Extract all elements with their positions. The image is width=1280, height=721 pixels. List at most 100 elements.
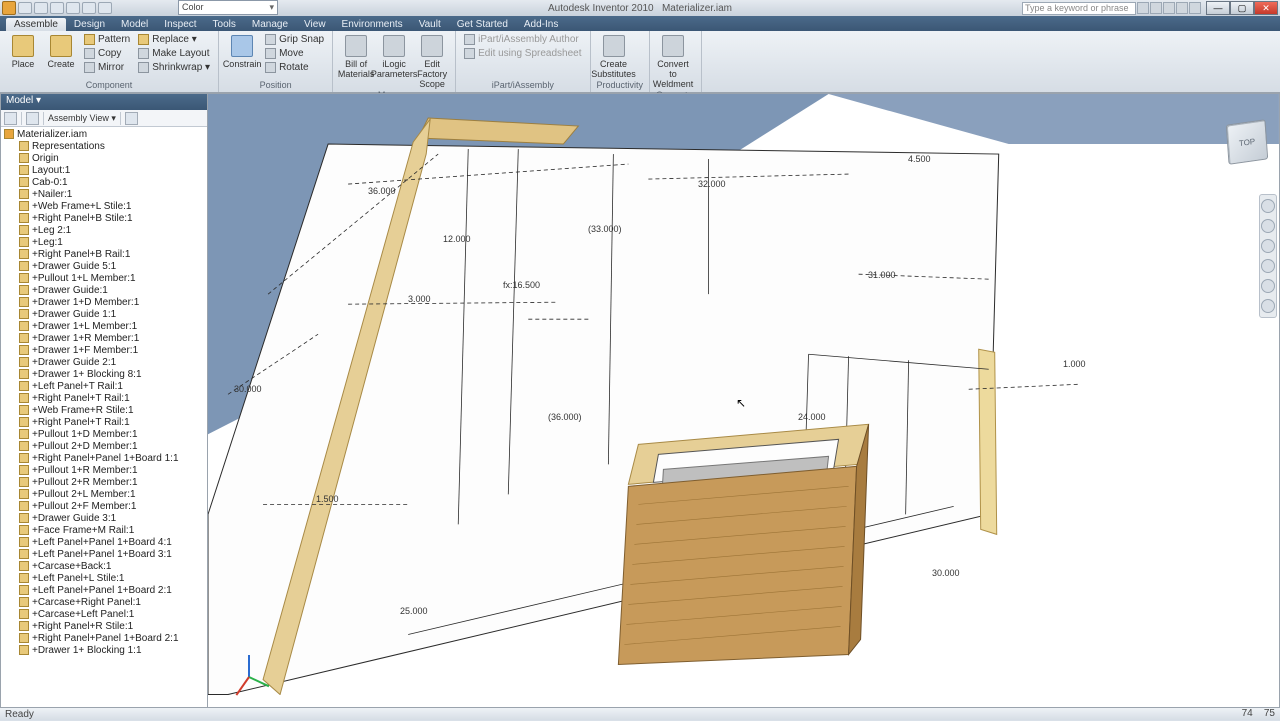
- tab-add-ins[interactable]: Add-Ins: [516, 18, 566, 31]
- app-menu-icon[interactable]: [2, 1, 16, 15]
- find-icon[interactable]: [125, 112, 138, 125]
- tab-get-started[interactable]: Get Started: [449, 18, 516, 31]
- tree-item[interactable]: +Pullout 1+L Member:1: [2, 272, 206, 284]
- tree-item[interactable]: +Leg:1: [2, 236, 206, 248]
- qat-save-icon[interactable]: [50, 2, 64, 14]
- grip-snap-button[interactable]: Grip Snap: [263, 33, 326, 46]
- tree-item[interactable]: +Drawer 1+D Member:1: [2, 296, 206, 308]
- tab-vault[interactable]: Vault: [411, 18, 449, 31]
- zoom-icon[interactable]: [1261, 259, 1275, 273]
- tree-item[interactable]: +Web Frame+L Stile:1: [2, 200, 206, 212]
- tree-item[interactable]: Layout:1: [2, 164, 206, 176]
- qat-print-icon[interactable]: [98, 2, 112, 14]
- ilogic-button[interactable]: iLogicParameters: [377, 33, 411, 79]
- tab-inspect[interactable]: Inspect: [156, 18, 204, 31]
- tree-item[interactable]: +Pullout 1+D Member:1: [2, 428, 206, 440]
- rotate-button[interactable]: Rotate: [263, 61, 326, 74]
- tree-item[interactable]: +Drawer 1+F Member:1: [2, 344, 206, 356]
- qat-new-icon[interactable]: [18, 2, 32, 14]
- search-icon[interactable]: [1137, 2, 1149, 14]
- tree-item[interactable]: Cab-0:1: [2, 176, 206, 188]
- pan-icon[interactable]: [1261, 239, 1275, 253]
- tree-item[interactable]: +Right Panel+R Stile:1: [2, 620, 206, 632]
- full-nav-wheel-icon[interactable]: [1261, 299, 1275, 313]
- place-button[interactable]: Place: [6, 33, 40, 69]
- browser-options-icon[interactable]: [26, 112, 39, 125]
- filter-icon[interactable]: [4, 112, 17, 125]
- tree-item[interactable]: +Pullout 2+D Member:1: [2, 440, 206, 452]
- tree-item[interactable]: +Right Panel+B Stile:1: [2, 212, 206, 224]
- tree-item[interactable]: +Right Panel+B Rail:1: [2, 248, 206, 260]
- minimize-button[interactable]: —: [1206, 1, 1230, 15]
- make-layout-button[interactable]: Make Layout: [136, 47, 212, 60]
- tab-model[interactable]: Model: [113, 18, 156, 31]
- tree-item[interactable]: +Carcase+Back:1: [2, 560, 206, 572]
- tree-item[interactable]: +Drawer Guide:1: [2, 284, 206, 296]
- tree-item[interactable]: +Left Panel+L Stile:1: [2, 572, 206, 584]
- tree-item[interactable]: +Left Panel+Panel 1+Board 4:1: [2, 536, 206, 548]
- tab-view[interactable]: View: [296, 18, 334, 31]
- tree-item[interactable]: +Left Panel+Panel 1+Board 3:1: [2, 548, 206, 560]
- tree-item[interactable]: +Carcase+Left Panel:1: [2, 608, 206, 620]
- tree-item[interactable]: +Drawer 1+ Blocking 1:1: [2, 644, 206, 656]
- tree-item[interactable]: +Right Panel+T Rail:1: [2, 392, 206, 404]
- subscription-icon[interactable]: [1150, 2, 1162, 14]
- look-at-icon[interactable]: [1261, 279, 1275, 293]
- shrinkwrap--button[interactable]: Shrinkwrap ▾: [136, 61, 212, 74]
- replace--button[interactable]: Replace ▾: [136, 33, 212, 46]
- tree-item[interactable]: +Drawer 1+R Member:1: [2, 332, 206, 344]
- tree-item[interactable]: Materializer.iam: [2, 128, 206, 140]
- color-scheme-dropdown[interactable]: Color: [178, 0, 278, 15]
- tree-item[interactable]: +Right Panel+T Rail:1: [2, 416, 206, 428]
- tree-item[interactable]: +Nailer:1: [2, 188, 206, 200]
- tree-item[interactable]: Representations: [2, 140, 206, 152]
- search-input[interactable]: Type a keyword or phrase: [1022, 2, 1136, 15]
- help-icon[interactable]: [1189, 2, 1201, 14]
- tree-item[interactable]: +Face Frame+M Rail:1: [2, 524, 206, 536]
- tree-item[interactable]: +Pullout 2+F Member:1: [2, 500, 206, 512]
- close-button[interactable]: ✕: [1254, 1, 1278, 15]
- maximize-button[interactable]: ▢: [1230, 1, 1254, 15]
- qat-undo-icon[interactable]: [66, 2, 80, 14]
- mirror-button[interactable]: Mirror: [82, 61, 132, 74]
- edit-factory-button[interactable]: Edit FactoryScope: [415, 33, 449, 89]
- assembly-view-dropdown[interactable]: Assembly View ▾: [48, 113, 116, 124]
- viewcube[interactable]: TOP: [1226, 119, 1268, 165]
- browser-header[interactable]: Model ▾: [1, 94, 207, 110]
- tree-item[interactable]: +Left Panel+Panel 1+Board 2:1: [2, 584, 206, 596]
- tree-item[interactable]: +Left Panel+T Rail:1: [2, 380, 206, 392]
- tree-item[interactable]: +Drawer Guide 1:1: [2, 308, 206, 320]
- tree-item[interactable]: +Drawer Guide 3:1: [2, 512, 206, 524]
- model-tree[interactable]: Materializer.iamRepresentationsOriginLay…: [1, 127, 207, 707]
- tab-manage[interactable]: Manage: [244, 18, 296, 31]
- pattern-button[interactable]: Pattern: [82, 33, 132, 46]
- favorites-icon[interactable]: [1176, 2, 1188, 14]
- tree-item[interactable]: +Carcase+Right Panel:1: [2, 596, 206, 608]
- comm-center-icon[interactable]: [1163, 2, 1175, 14]
- orbit-icon[interactable]: [1261, 219, 1275, 233]
- create-button[interactable]: CreateSubstitutes: [597, 33, 631, 79]
- create-button[interactable]: Create: [44, 33, 78, 69]
- qat-open-icon[interactable]: [34, 2, 48, 14]
- tree-item[interactable]: Origin: [2, 152, 206, 164]
- tree-item[interactable]: +Leg 2:1: [2, 224, 206, 236]
- tree-item[interactable]: +Right Panel+Panel 1+Board 1:1: [2, 452, 206, 464]
- tab-assemble[interactable]: Assemble: [6, 18, 66, 31]
- tree-item[interactable]: +Drawer 1+ Blocking 8:1: [2, 368, 206, 380]
- tree-item[interactable]: +Drawer Guide 2:1: [2, 356, 206, 368]
- tree-item[interactable]: +Pullout 2+L Member:1: [2, 488, 206, 500]
- tree-item[interactable]: +Drawer Guide 5:1: [2, 260, 206, 272]
- tab-design[interactable]: Design: [66, 18, 113, 31]
- home-view-icon[interactable]: [1261, 199, 1275, 213]
- tree-item[interactable]: +Pullout 2+R Member:1: [2, 476, 206, 488]
- tab-environments[interactable]: Environments: [334, 18, 411, 31]
- bill-of-button[interactable]: Bill ofMaterials: [339, 33, 373, 79]
- tree-item[interactable]: +Right Panel+Panel 1+Board 2:1: [2, 632, 206, 644]
- qat-redo-icon[interactable]: [82, 2, 96, 14]
- tree-item[interactable]: +Web Frame+R Stile:1: [2, 404, 206, 416]
- viewport-3d[interactable]: — ▢ ✕: [208, 93, 1280, 708]
- convert-to-button[interactable]: Convert toWeldment: [656, 33, 690, 89]
- tab-tools[interactable]: Tools: [205, 18, 244, 31]
- copy-button[interactable]: Copy: [82, 47, 132, 60]
- move-button[interactable]: Move: [263, 47, 326, 60]
